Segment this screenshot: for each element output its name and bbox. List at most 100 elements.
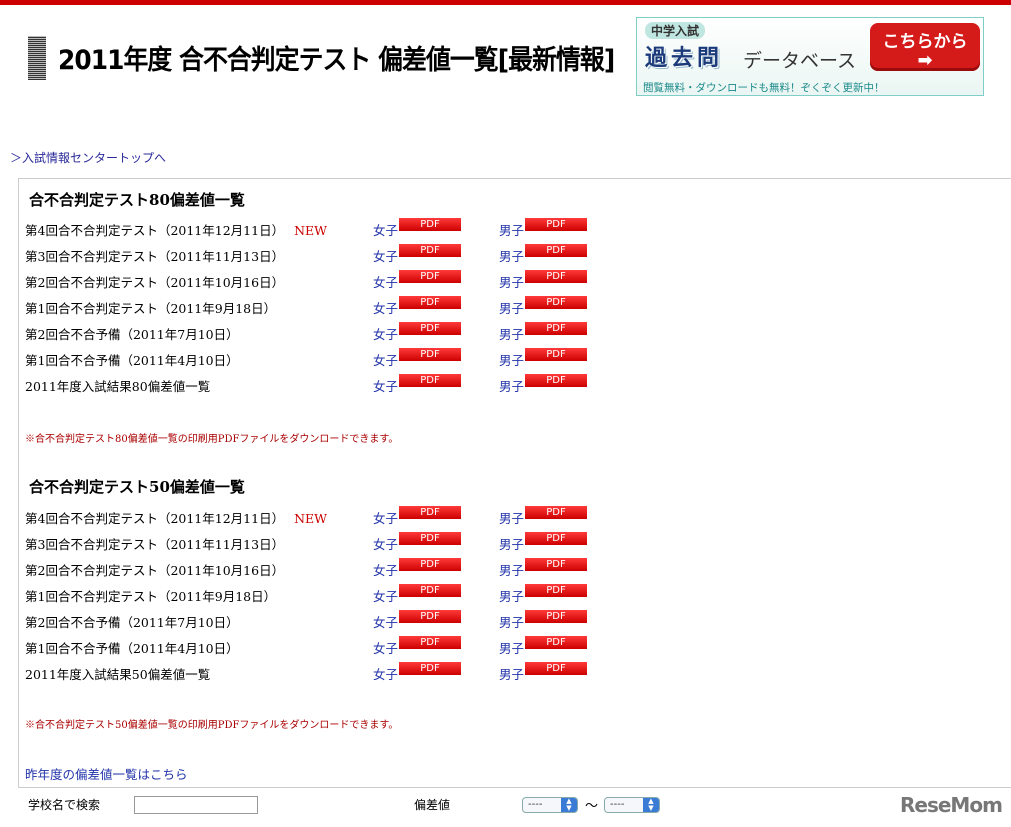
girls-pdf-button[interactable]: PDF bbox=[399, 270, 461, 283]
girls-link[interactable]: 女子 bbox=[373, 560, 398, 579]
test-name: 第1回合不合予備（2011年4月10日） bbox=[25, 353, 239, 368]
boys-link[interactable]: 男子 bbox=[499, 664, 524, 683]
girls-link[interactable]: 女子 bbox=[373, 376, 398, 395]
test-name: 第3回合不合判定テスト（2011年11月13日） bbox=[25, 537, 285, 552]
girls-pdf-button[interactable]: PDF bbox=[399, 584, 461, 597]
boys-pdf-button[interactable]: PDF bbox=[525, 662, 587, 675]
boys-link[interactable]: 男子 bbox=[499, 324, 524, 343]
test-name: 第1回合不合判定テスト（2011年9月18日） bbox=[25, 301, 277, 316]
table-row: 第4回合不合判定テスト（2011年12月11日） NEW 女子 PDF 男子 PDF bbox=[25, 506, 625, 526]
test-name: 第3回合不合判定テスト（2011年11月13日） bbox=[25, 249, 285, 264]
exam-center-top-link[interactable]: ＞入試情報センタートップへ bbox=[10, 149, 166, 166]
boys-pdf-button[interactable]: PDF bbox=[525, 270, 587, 283]
section-50-title: 合不合判定テスト50偏差値一覧 bbox=[29, 478, 245, 496]
range-tilde: 〜 bbox=[585, 799, 599, 814]
section-80-note: ※合不合判定テスト80偏差値一覧の印刷用PDFファイルをダウンロードできます。 bbox=[25, 434, 399, 445]
boys-pdf-button[interactable]: PDF bbox=[525, 636, 587, 649]
table-row: 第4回合不合判定テスト（2011年12月11日） NEW 女子 PDF 男子 PDF bbox=[25, 218, 625, 238]
girls-link[interactable]: 女子 bbox=[373, 246, 398, 265]
girls-link[interactable]: 女子 bbox=[373, 664, 398, 683]
girls-pdf-button[interactable]: PDF bbox=[399, 296, 461, 309]
boys-link[interactable]: 男子 bbox=[499, 350, 524, 369]
boys-pdf-button[interactable]: PDF bbox=[525, 610, 587, 623]
girls-pdf-button[interactable]: PDF bbox=[399, 218, 461, 231]
boys-pdf-button[interactable]: PDF bbox=[525, 584, 587, 597]
girls-pdf-button[interactable]: PDF bbox=[399, 662, 461, 675]
girls-link[interactable]: 女子 bbox=[373, 534, 398, 553]
boys-pdf-button[interactable]: PDF bbox=[525, 218, 587, 231]
table-row: 第1回合不合予備（2011年4月10日） 女子 PDF 男子 PDF bbox=[25, 348, 625, 368]
table-row: 2011年度入試結果80偏差値一覧 女子 PDF 男子 PDF bbox=[25, 374, 625, 394]
banner-enter-button[interactable]: こちらから ➡ bbox=[870, 23, 980, 71]
girls-pdf-button[interactable]: PDF bbox=[399, 636, 461, 649]
test-name: 第2回合不合判定テスト（2011年10月16日） bbox=[25, 563, 285, 578]
test-name: 第1回合不合判定テスト（2011年9月18日） bbox=[25, 589, 277, 604]
table-row: 第2回合不合予備（2011年7月10日） 女子 PDF 男子 PDF bbox=[25, 322, 625, 342]
boys-pdf-button[interactable]: PDF bbox=[525, 506, 587, 519]
boys-link[interactable]: 男子 bbox=[499, 612, 524, 631]
boys-link[interactable]: 男子 bbox=[499, 220, 524, 239]
banner-kakomon: 過去問 bbox=[645, 46, 724, 71]
test-name: 第2回合不合予備（2011年7月10日） bbox=[25, 615, 239, 630]
girls-link[interactable]: 女子 bbox=[373, 220, 398, 239]
girls-pdf-button[interactable]: PDF bbox=[399, 558, 461, 571]
boys-link[interactable]: 男子 bbox=[499, 586, 524, 605]
boys-link[interactable]: 男子 bbox=[499, 298, 524, 317]
girls-pdf-button[interactable]: PDF bbox=[399, 374, 461, 387]
girls-link[interactable]: 女子 bbox=[373, 324, 398, 343]
title-marker bbox=[28, 36, 46, 80]
section-50-note: ※合不合判定テスト50偏差値一覧の印刷用PDFファイルをダウンロードできます。 bbox=[25, 720, 399, 731]
boys-link[interactable]: 男子 bbox=[499, 376, 524, 395]
deviation-to-select[interactable]: ---- ▲ ▼ bbox=[604, 797, 660, 813]
girls-link[interactable]: 女子 bbox=[373, 586, 398, 605]
test-name: 第2回合不合予備（2011年7月10日） bbox=[25, 327, 239, 342]
table-row: 2011年度入試結果50偏差値一覧 女子 PDF 男子 PDF bbox=[25, 662, 625, 682]
updown-arrow-icon: ▲ ▼ bbox=[561, 798, 577, 812]
girls-link[interactable]: 女子 bbox=[373, 508, 398, 527]
boys-pdf-button[interactable]: PDF bbox=[525, 558, 587, 571]
school-search-input[interactable] bbox=[134, 796, 258, 814]
new-badge: NEW bbox=[294, 511, 327, 526]
school-search-label: 学校名で検索 bbox=[28, 798, 101, 812]
table-row: 第3回合不合判定テスト（2011年11月13日） 女子 PDF 男子 PDF bbox=[25, 244, 625, 264]
boys-pdf-button[interactable]: PDF bbox=[525, 296, 587, 309]
banner-subtext: 閲覧無料・ダウンロードも無料！ぞくぞく更新中！ bbox=[643, 82, 885, 94]
girls-link[interactable]: 女子 bbox=[373, 298, 398, 317]
test-name: 第4回合不合判定テスト（2011年12月11日） NEW bbox=[25, 223, 327, 238]
girls-pdf-button[interactable]: PDF bbox=[399, 532, 461, 545]
boys-link[interactable]: 男子 bbox=[499, 508, 524, 527]
table-row: 第3回合不合判定テスト（2011年11月13日） 女子 PDF 男子 PDF bbox=[25, 532, 625, 552]
table-row: 第1回合不合予備（2011年4月10日） 女子 PDF 男子 PDF bbox=[25, 636, 625, 656]
boys-pdf-button[interactable]: PDF bbox=[525, 244, 587, 257]
page-title: 2011年度 合不合判定テスト 偏差値一覧[最新情報] bbox=[58, 45, 615, 76]
girls-link[interactable]: 女子 bbox=[373, 612, 398, 631]
boys-link[interactable]: 男子 bbox=[499, 534, 524, 553]
deviation-from-select[interactable]: ---- ▲ ▼ bbox=[522, 797, 578, 813]
boys-link[interactable]: 男子 bbox=[499, 272, 524, 291]
table-row: 第2回合不合判定テスト（2011年10月16日） 女子 PDF 男子 PDF bbox=[25, 270, 625, 290]
banner-badge: 中学入試 bbox=[645, 22, 706, 39]
girls-link[interactable]: 女子 bbox=[373, 638, 398, 657]
resemom-logo: ReseMom bbox=[900, 793, 1003, 817]
boys-pdf-button[interactable]: PDF bbox=[525, 532, 587, 545]
deviation-panel: 合不合判定テスト80偏差値一覧 第4回合不合判定テスト（2011年12月11日）… bbox=[18, 178, 1011, 788]
test-name: 第4回合不合判定テスト（2011年12月11日） NEW bbox=[25, 511, 327, 526]
girls-link[interactable]: 女子 bbox=[373, 350, 398, 369]
girls-pdf-button[interactable]: PDF bbox=[399, 610, 461, 623]
boys-link[interactable]: 男子 bbox=[499, 246, 524, 265]
test-name: 第2回合不合判定テスト（2011年10月16日） bbox=[25, 275, 285, 290]
girls-pdf-button[interactable]: PDF bbox=[399, 506, 461, 519]
kakomon-database-banner[interactable]: 中学入試 過去問 データベース こちらから ➡ 閲覧無料・ダウンロードも無料！ぞ… bbox=[636, 17, 984, 96]
boys-pdf-button[interactable]: PDF bbox=[525, 348, 587, 361]
boys-pdf-button[interactable]: PDF bbox=[525, 322, 587, 335]
girls-pdf-button[interactable]: PDF bbox=[399, 322, 461, 335]
boys-pdf-button[interactable]: PDF bbox=[525, 374, 587, 387]
girls-pdf-button[interactable]: PDF bbox=[399, 244, 461, 257]
girls-pdf-button[interactable]: PDF bbox=[399, 348, 461, 361]
boys-link[interactable]: 男子 bbox=[499, 560, 524, 579]
girls-link[interactable]: 女子 bbox=[373, 272, 398, 291]
boys-link[interactable]: 男子 bbox=[499, 638, 524, 657]
banner-database: データベース bbox=[743, 50, 857, 72]
deviation-to-value: ---- bbox=[610, 799, 625, 810]
previous-year-link[interactable]: 昨年度の偏差値一覧はこちら bbox=[25, 764, 188, 783]
